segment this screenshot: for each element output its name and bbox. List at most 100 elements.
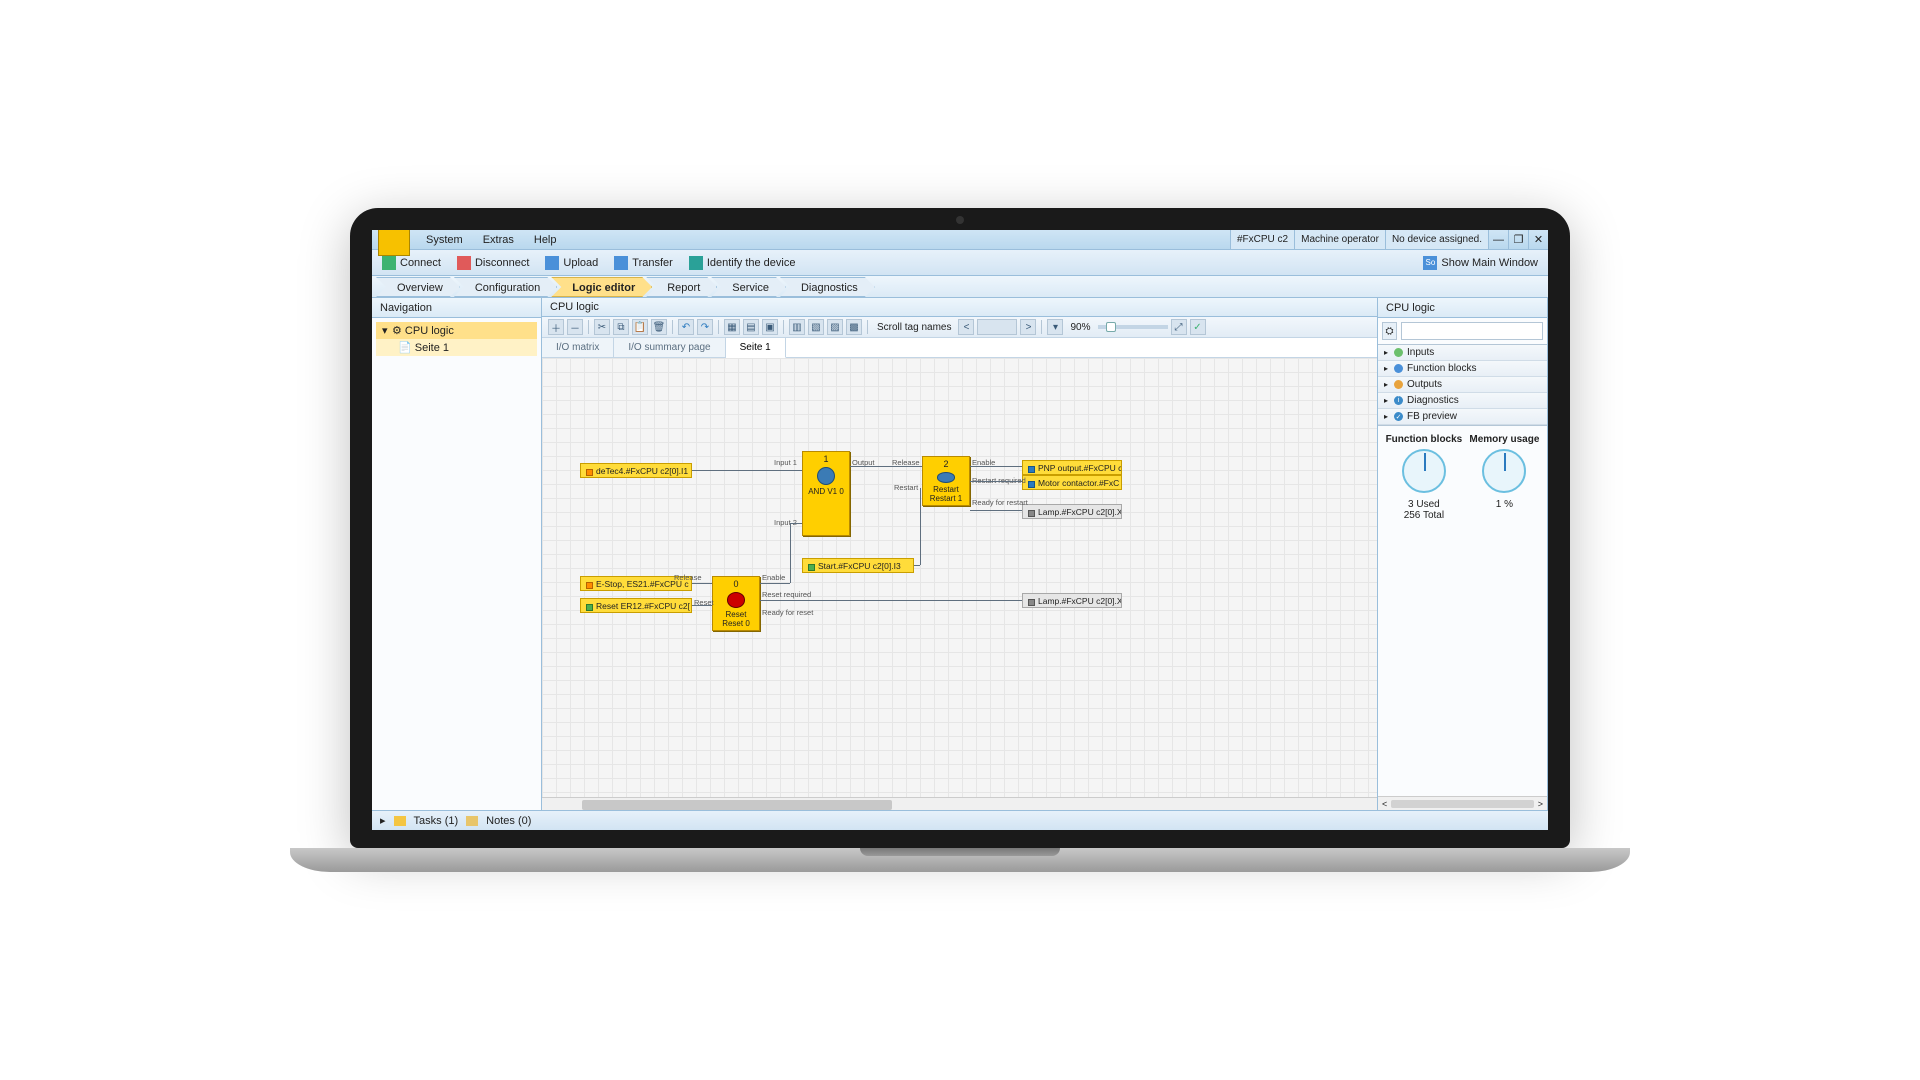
tool-group-icon[interactable]: ▥ <box>789 319 805 335</box>
metric-function-blocks: Function blocks 3 Used 256 Total <box>1386 434 1463 521</box>
gauge-icon <box>1402 449 1446 493</box>
tool-fit-icon[interactable]: ⤢ <box>1171 319 1187 335</box>
status-bar: ▸ Tasks (1) Notes (0) <box>372 810 1548 830</box>
statusbar-expand-icon[interactable]: ▸ <box>380 814 386 827</box>
port-release2: Release <box>674 573 702 582</box>
content-area: Navigation ▾⚙ CPU logic 📄 Seite 1 CPU lo… <box>372 298 1548 810</box>
input-start[interactable]: Start.#FxCPU c2[0].I3 <box>802 558 914 573</box>
tool-view1-icon[interactable]: ▧ <box>808 319 824 335</box>
menu-system[interactable]: System <box>416 234 473 246</box>
wire <box>970 481 1022 482</box>
tool-select-icon[interactable]: ▣ <box>762 319 778 335</box>
output-pnp[interactable]: PNP output.#FxCPU c <box>1022 460 1122 475</box>
palette-search-input[interactable] <box>1401 322 1543 340</box>
tool-new-icon[interactable]: ＋ <box>548 319 564 335</box>
fb-restart[interactable]: 2 RestartRestart 1 <box>922 456 970 506</box>
status-connection: No device assigned. <box>1385 230 1488 249</box>
subtab-seite1[interactable]: Seite 1 <box>726 338 786 358</box>
tool-delete-icon[interactable]: － <box>567 319 583 335</box>
group-fb-preview[interactable]: ▸✓FB preview <box>1378 409 1547 425</box>
tool-view3-icon[interactable]: ▩ <box>846 319 862 335</box>
window-minimize-button[interactable]: — <box>1488 230 1508 249</box>
input-reset[interactable]: Reset ER12.#FxCPU c2[ <box>580 598 692 613</box>
tool-undo-icon[interactable]: ↶ <box>678 319 694 335</box>
tab-report[interactable]: Report <box>646 277 717 297</box>
tool-cut-icon[interactable]: ✂ <box>594 319 610 335</box>
upload-button[interactable]: Upload <box>539 256 604 270</box>
subtab-io-summary[interactable]: I/O summary page <box>614 338 725 357</box>
connect-button[interactable]: Connect <box>376 256 447 270</box>
scroll-tag-next[interactable]: > <box>1020 319 1036 335</box>
tool-align-icon[interactable]: ▦ <box>724 319 740 335</box>
notes-link[interactable]: Notes (0) <box>486 815 531 827</box>
laptop-base <box>290 848 1630 872</box>
output-lamp-x4[interactable]: Lamp.#FxCPU c2[0].X4 <box>1022 593 1122 608</box>
tree-page-seite1[interactable]: 📄 Seite 1 <box>376 339 537 356</box>
tool-dropdown[interactable]: ▾ <box>1047 319 1063 335</box>
group-diagnostics[interactable]: ▸iDiagnostics <box>1378 393 1547 409</box>
palette-filter-icon[interactable]: ⛭ <box>1382 322 1397 340</box>
tool-trash-icon[interactable]: 🗑 <box>651 319 667 335</box>
palette-hscroll[interactable]: <> <box>1378 796 1547 810</box>
tab-overview[interactable]: Overview <box>376 277 460 297</box>
wire <box>760 600 1022 601</box>
tool-grid-icon[interactable]: ▤ <box>743 319 759 335</box>
scroll-tag-prev[interactable]: < <box>958 319 974 335</box>
port-restart: Restart <box>894 483 918 492</box>
app-logo-icon <box>378 230 410 256</box>
wire <box>790 523 802 524</box>
editor-toolbar: ＋ － ✂ ⧉ 📋 🗑 ↶ ↷ ▦ ▤ ▣ ▥ ▧ ▨ ▩ Scroll tag… <box>542 317 1377 338</box>
zoom-value: 90% <box>1066 322 1094 333</box>
port-ready-reset: Ready for reset <box>762 608 813 617</box>
group-outputs[interactable]: ▸Outputs <box>1378 377 1547 393</box>
status-role: Machine operator <box>1294 230 1385 249</box>
window-close-button[interactable]: ✕ <box>1528 230 1548 249</box>
tab-diagnostics[interactable]: Diagnostics <box>780 277 875 297</box>
tool-copy-icon[interactable]: ⧉ <box>613 319 629 335</box>
tasks-flag-icon <box>394 816 406 826</box>
port-reset-req: Reset required <box>762 590 811 599</box>
zoom-slider[interactable] <box>1098 325 1168 329</box>
tasks-link[interactable]: Tasks (1) <box>414 815 459 827</box>
wire <box>692 605 712 606</box>
show-main-window-button[interactable]: SoShow Main Window <box>1417 256 1544 270</box>
editor-subtabs: I/O matrix I/O summary page Seite 1 <box>542 338 1377 358</box>
canvas-hscroll[interactable] <box>542 797 1377 810</box>
transfer-icon <box>614 256 628 270</box>
disconnect-button[interactable]: Disconnect <box>451 256 535 270</box>
tool-check-icon[interactable]: ✓ <box>1190 319 1206 335</box>
tool-redo-icon[interactable]: ↷ <box>697 319 713 335</box>
nav-tabs: Overview Configuration Logic editor Repo… <box>372 276 1548 298</box>
identify-button[interactable]: Identify the device <box>683 256 802 270</box>
window-maximize-button[interactable]: ❐ <box>1508 230 1528 249</box>
editor-title: CPU logic <box>542 298 1377 317</box>
so-icon: So <box>1423 256 1437 270</box>
group-function-blocks[interactable]: ▸Function blocks <box>1378 361 1547 377</box>
logic-canvas[interactable]: deTec4.#FxCPU c2[0].I1 E-Stop, ES21.#FxC… <box>542 358 1377 796</box>
wire <box>970 510 1022 511</box>
tab-configuration[interactable]: Configuration <box>454 277 557 297</box>
port-enable2: Enable <box>762 573 785 582</box>
tool-paste-icon[interactable]: 📋 <box>632 319 648 335</box>
input-detec4[interactable]: deTec4.#FxCPU c2[0].I1 <box>580 463 692 478</box>
menu-extras[interactable]: Extras <box>473 234 524 246</box>
menubar: System Extras Help #FxCPU c2 Machine ope… <box>372 230 1548 250</box>
scroll-tag-field[interactable] <box>977 319 1017 335</box>
tab-logic-editor[interactable]: Logic editor <box>551 277 652 297</box>
output-lamp-x3[interactable]: Lamp.#FxCPU c2[0].X3 <box>1022 504 1122 519</box>
tree-cpu-logic[interactable]: ▾⚙ CPU logic <box>376 322 537 339</box>
tool-view2-icon[interactable]: ▨ <box>827 319 843 335</box>
output-motor[interactable]: Motor contactor.#FxC <box>1022 475 1122 490</box>
subtab-io-matrix[interactable]: I/O matrix <box>542 338 614 357</box>
menu-help[interactable]: Help <box>524 234 567 246</box>
wire <box>760 583 790 584</box>
wire <box>920 488 921 565</box>
connect-icon <box>382 256 396 270</box>
group-inputs[interactable]: ▸Inputs <box>1378 345 1547 361</box>
tab-service[interactable]: Service <box>711 277 786 297</box>
gauge-icon <box>1482 449 1526 493</box>
laptop-mockup: System Extras Help #FxCPU c2 Machine ope… <box>350 208 1570 872</box>
fb-and[interactable]: 1 AND V1 0 <box>802 451 850 536</box>
transfer-button[interactable]: Transfer <box>608 256 679 270</box>
fb-reset[interactable]: 0 ResetReset 0 <box>712 576 760 631</box>
